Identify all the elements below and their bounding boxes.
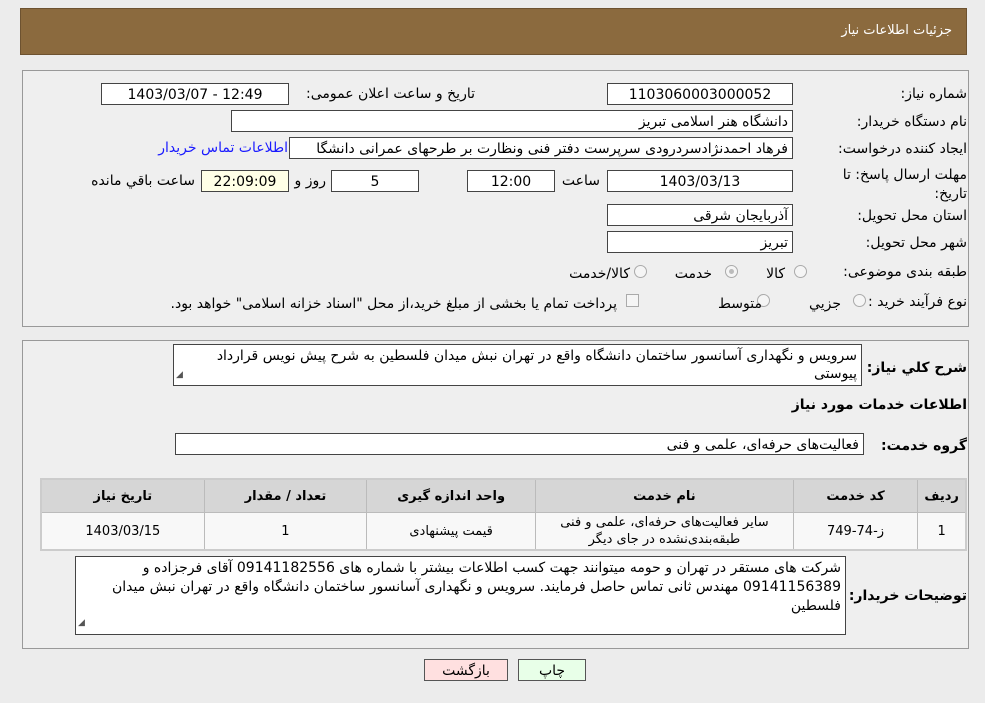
process-note: پرداخت تمام یا بخشی از مبلغ خرید،از محل … <box>170 296 617 312</box>
service-group-field: فعالیت‌های حرفه‌ای، علمی و فنی <box>175 433 864 455</box>
resize-grip-icon[interactable]: ◢ <box>78 614 85 633</box>
process-option-minor: جزیي <box>809 296 841 312</box>
creator-label: ایجاد کننده درخواست: <box>838 141 967 157</box>
cell-row: 1 <box>917 512 967 551</box>
category-label: طبقه بندی موضوعی: <box>843 264 967 280</box>
process-label: نوع فرآیند خرید : <box>868 294 967 310</box>
summary-label: شرح كلي نياز: <box>866 360 967 376</box>
remaining-label: ساعت باقي مانده <box>91 173 195 189</box>
buyer-org-label: نام دستگاه خریدار: <box>856 114 967 130</box>
buyer-notes-textarea[interactable]: شرکت های مستقر در تهران و حومه میتوانند … <box>75 556 846 635</box>
col-unit: واحد اندازه گیری <box>366 478 537 513</box>
buyer-notes-text: شرکت های مستقر در تهران و حومه میتوانند … <box>111 560 841 614</box>
buyer-org-field: دانشگاه هنر اسلامی تبریز <box>231 110 793 132</box>
province-field: آذربایجان شرقی <box>607 204 793 226</box>
back-button[interactable]: بازگشت <box>424 659 508 681</box>
services-heading: اطلاعات خدمات مورد نیاز <box>791 397 967 413</box>
buyer-notes-label: توضیحات خریدار: <box>848 588 967 604</box>
category-radio-goods-service[interactable] <box>634 265 647 278</box>
days-field: 5 <box>331 170 419 192</box>
cell-code: ز-74-749 <box>792 512 919 551</box>
deadline-time-field: 12:00 <box>467 170 555 192</box>
category-option-goods: کالا <box>766 266 785 282</box>
process-radio-minor[interactable] <box>853 294 866 307</box>
cell-qty: 1 <box>203 512 368 551</box>
summary-text: سرویس و نگهداری آسانسور ساختمان دانشگاه … <box>216 348 857 382</box>
col-date: تاریخ نیاز <box>40 478 205 513</box>
province-label: استان محل تحویل: <box>857 208 967 224</box>
col-row: ردیف <box>917 478 967 513</box>
col-code: کد خدمت <box>792 478 919 513</box>
category-radio-service[interactable] <box>725 265 738 278</box>
deadline-date-field: 1403/03/13 <box>607 170 793 192</box>
days-label: روز و <box>294 173 327 189</box>
service-group-label: گروه خدمت: <box>881 438 967 454</box>
page-title: جزئیات اطلاعات نیاز <box>841 23 952 38</box>
announce-field: 1403/03/07 - 12:49 <box>101 83 289 105</box>
time-label: ساعت <box>561 173 600 189</box>
city-label: شهر محل تحویل: <box>865 235 967 251</box>
summary-textarea[interactable]: سرویس و نگهداری آسانسور ساختمان دانشگاه … <box>173 344 862 386</box>
resize-grip-icon[interactable]: ◢ <box>176 366 183 384</box>
table-row: 1 ز-74-749 سایر فعالیت‌های حرفه‌ای، علمی… <box>40 512 967 551</box>
cell-unit: قیمت پیشنهادی <box>366 512 537 551</box>
table-header-row: ردیف کد خدمت نام خدمت واحد اندازه گیری ت… <box>40 478 967 513</box>
cell-name: سایر فعالیت‌های حرفه‌ای، علمی و فنی طبقه… <box>535 512 794 551</box>
need-number-label: شماره نیاز: <box>900 86 968 102</box>
buyer-contact-link[interactable]: اطلاعات تماس خریدار <box>158 140 288 156</box>
col-name: نام خدمت <box>535 478 794 513</box>
creator-field: فرهاد احمدنژادسردرودی سرپرست دفتر فنی ون… <box>289 137 793 159</box>
city-field: تبریز <box>607 231 793 253</box>
need-number-field: 1103060003000052 <box>607 83 793 105</box>
treasury-checkbox[interactable] <box>626 294 639 307</box>
category-radio-goods[interactable] <box>794 265 807 278</box>
print-button[interactable]: چاپ <box>518 659 586 681</box>
category-option-service: خدمت <box>674 266 712 282</box>
announce-label: تاریخ و ساعت اعلان عمومی: <box>306 86 475 102</box>
col-qty: تعداد / مقدار <box>203 478 368 513</box>
process-option-medium: متوسط <box>718 296 762 312</box>
category-option-goods-service: کالا/خدمت <box>569 266 630 282</box>
deadline-label: مهلت ارسال پاسخ: تا تاریخ: <box>842 167 967 202</box>
cell-date: 1403/03/15 <box>40 512 205 551</box>
need-info-panel <box>22 70 969 327</box>
services-table: ردیف کد خدمت نام خدمت واحد اندازه گیری ت… <box>40 478 967 551</box>
remaining-time-field: 22:09:09 <box>201 170 289 192</box>
page-header: جزئیات اطلاعات نیاز <box>20 8 967 55</box>
